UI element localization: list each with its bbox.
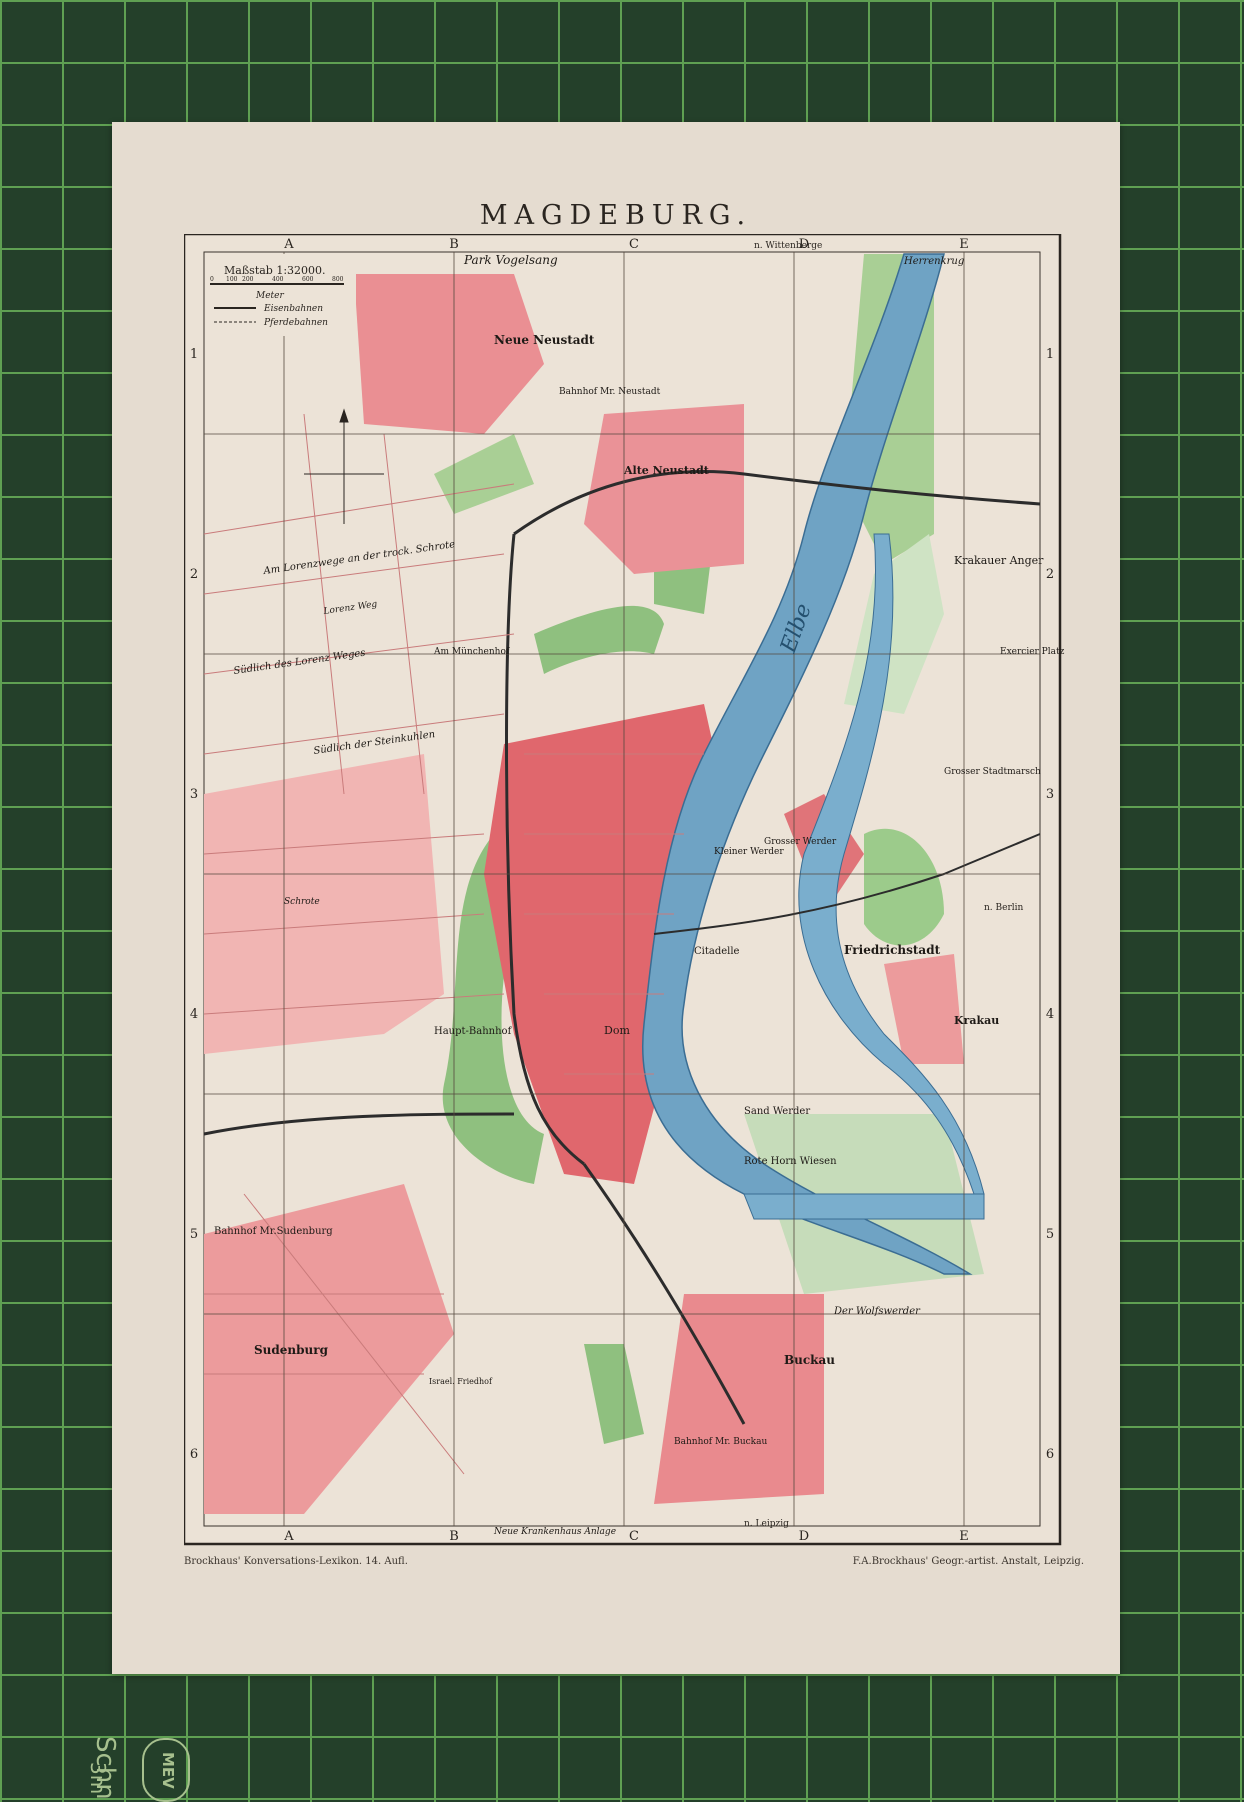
- grid-col-a: A: [283, 237, 294, 252]
- grid-col-c-bottom: C: [629, 1529, 639, 1544]
- grid-col-b-bottom: B: [449, 1529, 459, 1544]
- label-haupt-bahnhof: Haupt-Bahnhof: [434, 1026, 513, 1037]
- label-citadelle: Citadelle: [694, 946, 740, 957]
- grid-row-6: 6: [190, 1447, 198, 1462]
- label-kleiner-werder: Kleiner Werder: [714, 847, 784, 857]
- printer-note: F.A.Brockhaus' Geogr.-artist. Anstalt, L…: [852, 1556, 1084, 1567]
- label-krakau: Krakau: [954, 1014, 999, 1027]
- grid-row-5-right: 5: [1046, 1227, 1054, 1242]
- grid-col-e-bottom: E: [959, 1529, 969, 1544]
- west-district: [204, 754, 444, 1054]
- legend-horse-tram: Pferdebahnen: [263, 318, 328, 328]
- cutting-mat-branding: Schn 3m MEV: [70, 1736, 190, 1802]
- svg-text:400: 400: [272, 276, 284, 283]
- grid-row-3-right: 3: [1046, 787, 1054, 802]
- publisher-note: Brockhaus' Konversations-Lexikon. 14. Au…: [184, 1556, 408, 1567]
- grid-col-d-bottom: D: [799, 1529, 809, 1544]
- label-schrote: Schrote: [284, 897, 320, 907]
- label-rotehorn-wiesen: Rote Horn Wiesen: [744, 1156, 837, 1167]
- mat-logo: MEV: [142, 1738, 190, 1802]
- grid-col-b: B: [449, 237, 459, 252]
- grid-row-4: 4: [190, 1007, 198, 1022]
- grid-row-5: 5: [190, 1227, 198, 1242]
- label-bahnhof-sudenburg: Bahnhof Mr.Sudenburg: [214, 1226, 333, 1237]
- grid-col-a-bottom: A: [283, 1529, 294, 1544]
- map-sheet: MAGDEBURG. A B C D E A B C D E 1 2 3 4 5…: [112, 122, 1120, 1674]
- label-buckau: Buckau: [784, 1353, 835, 1367]
- label-alte-neustadt: Alte Neustadt: [623, 464, 710, 477]
- label-grosser-werder: Grosser Werder: [764, 837, 837, 847]
- grid-row-2: 2: [190, 567, 198, 582]
- label-friedrichstadt: Friedrichstadt: [844, 943, 941, 957]
- svg-text:800: 800: [332, 276, 344, 283]
- city-map: A B C D E A B C D E 1 2 3 4 5 6 1 2 3 4 …: [184, 234, 1065, 1546]
- grid-row-1-right: 1: [1046, 347, 1054, 362]
- label-bahnhof-buckau: Bahnhof Mr. Buckau: [674, 1437, 767, 1447]
- grid-col-c: C: [629, 237, 639, 252]
- label-israel-friedhof: Israel. Friedhof: [429, 1377, 493, 1386]
- label-sand-werder: Sand Werder: [744, 1106, 810, 1117]
- label-neue-krankenhaus: Neue Krankenhaus Anlage: [493, 1527, 616, 1537]
- label-dom: Dom: [604, 1024, 630, 1037]
- label-park-vogelsang: Park Vogelsang: [463, 253, 558, 267]
- svg-text:600: 600: [302, 276, 314, 283]
- mat-measure-text: 3m: [86, 1762, 110, 1795]
- label-exercier-platz: Exercier Platz: [1000, 647, 1065, 657]
- scale-legend: Maßstab 1:32000. 0 100 200 400 600 800 M…: [206, 254, 356, 336]
- grid-row-6-right: 6: [1046, 1447, 1054, 1462]
- legend-railways: Eisenbahnen: [263, 304, 323, 314]
- label-der-wolfswerder: Der Wolfswerder: [833, 1306, 921, 1317]
- grid-row-2-right: 2: [1046, 567, 1054, 582]
- note-leipzig: n. Leipzig: [744, 1519, 789, 1529]
- svg-text:200: 200: [242, 276, 254, 283]
- svg-text:100: 100: [226, 276, 238, 283]
- note-wittenberge: n. Wittenberge: [754, 241, 822, 251]
- label-sudenburg: Sudenburg: [254, 1343, 329, 1357]
- grid-row-1: 1: [190, 347, 198, 362]
- grid-row-4-right: 4: [1046, 1007, 1054, 1022]
- scale-unit: Meter: [255, 291, 284, 301]
- label-am-muenchenhof: Am Münchenhof: [433, 647, 510, 657]
- label-grosser-stadtmarsch: Grosser Stadtmarsch: [944, 767, 1041, 777]
- note-berlin: n. Berlin: [984, 903, 1024, 913]
- buckau-district: [654, 1294, 824, 1504]
- map-title: MAGDEBURG.: [479, 200, 753, 231]
- label-herrenkrug: Herrenkrug: [903, 256, 964, 267]
- elbe-south-arm: [743, 1193, 985, 1220]
- grid-col-e: E: [959, 237, 969, 252]
- label-krakauer-anger: Krakauer Anger: [954, 554, 1044, 567]
- label-neue-neustadt: Neue Neustadt: [494, 333, 595, 347]
- label-bahnhof-neustadt: Bahnhof Mr. Neustadt: [559, 387, 661, 397]
- grid-row-3: 3: [190, 787, 198, 802]
- svg-text:0: 0: [210, 276, 214, 283]
